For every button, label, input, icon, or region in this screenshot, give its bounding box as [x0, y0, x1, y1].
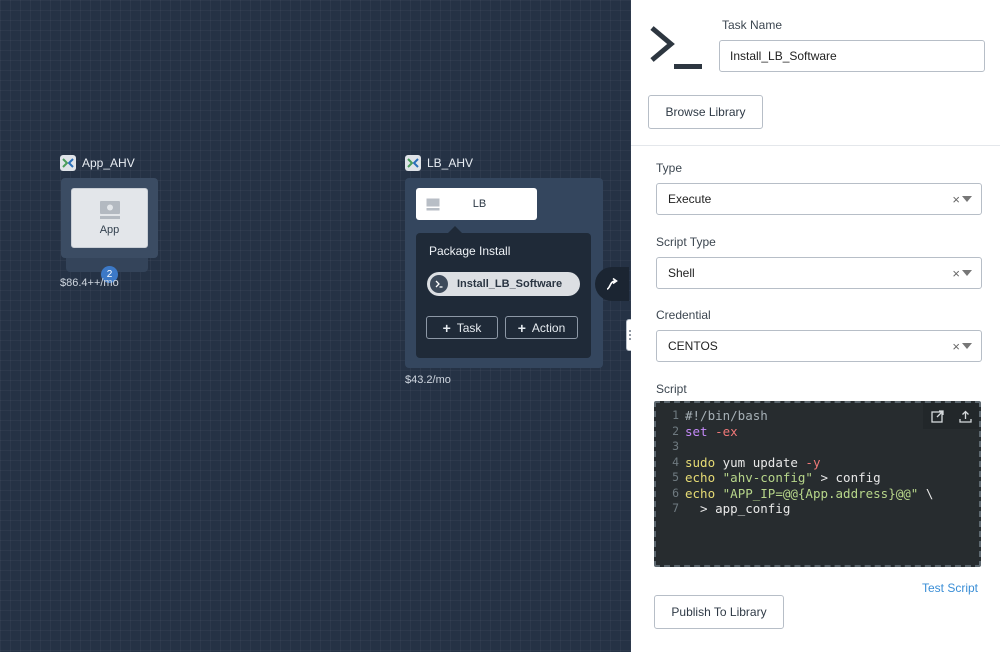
nutanix-logo-icon [405, 155, 421, 171]
upload-icon[interactable] [951, 403, 979, 429]
publish-to-library-button[interactable]: Publish To Library [654, 595, 784, 629]
blueprint-canvas[interactable]: App_AHV App 2 $86.4++/mo LB_AHV LB Packa… [0, 0, 631, 652]
script-type-label: Script Type [656, 235, 716, 249]
vm-icon [99, 201, 120, 219]
code-line: 4 sudo yum update -y [672, 454, 821, 470]
task-name-input[interactable] [719, 40, 985, 72]
script-label: Script [656, 382, 687, 396]
service-card-label: App [99, 224, 120, 236]
terminal-icon [430, 275, 448, 293]
task-pill-label: Install_LB_Software [457, 278, 563, 290]
plus-icon: + [517, 319, 526, 336]
service-card-app[interactable]: App [71, 188, 148, 248]
chevron-down-icon[interactable] [962, 343, 972, 349]
clear-icon[interactable]: × [952, 339, 960, 354]
service-title-lb-ahv[interactable]: LB_AHV [405, 155, 473, 171]
dependency-connector-handle[interactable] [595, 267, 629, 301]
task-editor-panel: Task Name Browse Library Type Execute × … [631, 0, 1000, 652]
service-cost: $86.4++/mo [60, 277, 119, 289]
service-cost: $43.2/mo [405, 374, 451, 386]
popover-arrow [448, 226, 462, 233]
clear-icon[interactable]: × [952, 192, 960, 207]
task-pill-install-lb-software[interactable]: Install_LB_Software [427, 272, 580, 296]
open-external-icon[interactable] [923, 403, 951, 429]
clear-icon[interactable]: × [952, 266, 960, 281]
test-script-link[interactable]: Test Script [922, 581, 978, 595]
type-value: Execute [668, 192, 712, 206]
chevron-down-icon[interactable] [962, 196, 972, 202]
type-select[interactable]: Execute × [656, 183, 982, 215]
plus-icon: + [442, 319, 451, 336]
code-line: 6 echo "APP_IP=@@{App.address}@@" \ [672, 485, 934, 501]
service-name: LB_AHV [427, 156, 474, 170]
type-label: Type [656, 161, 683, 175]
script-type-select[interactable]: Shell × [656, 257, 982, 289]
credential-select[interactable]: CENTOS × [656, 330, 982, 362]
code-line: 7 > app_config [672, 501, 791, 516]
script-editor[interactable]: 1 #!/bin/bash 2 set -ex 3 4 sudo yum update… [654, 401, 981, 567]
vm-icon [426, 198, 440, 210]
code-line: 5 echo "ahv-config" > config [672, 470, 881, 485]
add-task-label: Task [456, 320, 482, 335]
nutanix-logo-icon [60, 155, 76, 171]
terminal-icon [650, 26, 702, 69]
task-name-label: Task Name [722, 18, 783, 32]
credential-label: Credential [656, 308, 711, 322]
add-action-label: Action [531, 320, 566, 335]
arrow-connector-icon [606, 277, 618, 290]
browse-library-button[interactable]: Browse Library [648, 95, 763, 129]
script-type-value: Shell [668, 266, 695, 280]
credential-value: CENTOS [668, 339, 718, 353]
service-title-app-ahv[interactable]: App_AHV [60, 155, 135, 171]
add-task-button[interactable]: + Task [426, 316, 498, 339]
service-card-label: LB [472, 198, 487, 210]
chevron-down-icon[interactable] [962, 270, 972, 276]
add-action-button[interactable]: + Action [505, 316, 578, 339]
editor-toolbar [923, 403, 979, 429]
package-install-title: Package Install [429, 244, 511, 258]
service-card-lb[interactable]: LB [416, 188, 537, 220]
service-name: App_AHV [82, 156, 135, 170]
code-line: 3 [672, 439, 679, 453]
